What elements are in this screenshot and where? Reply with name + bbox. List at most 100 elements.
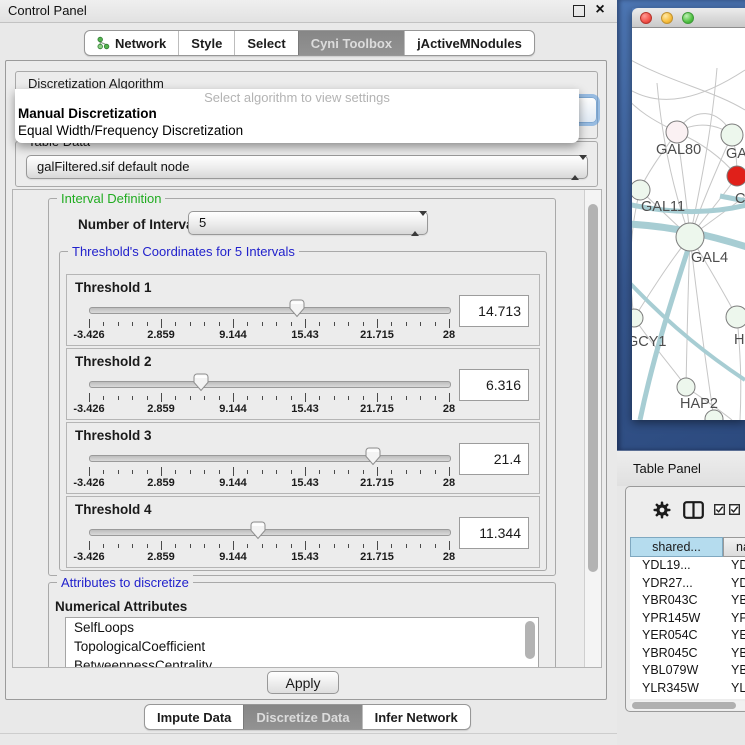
num-intervals-label: Number of Intervals (78, 217, 205, 232)
tab-jactivemnodules[interactable]: jActiveMNodules (404, 31, 534, 55)
table-cell: YLR3 (723, 680, 745, 698)
node-table: shared...na YDL19...YDL1YDR27...YDR2YBR0… (630, 537, 745, 699)
settings-scrollpane: Interval Definition Number of Intervals … (12, 189, 602, 668)
tab-network-label: Network (115, 36, 166, 51)
tick-mark (435, 544, 436, 548)
attribute-item-betweennesscentrality[interactable]: BetweennessCentrality (66, 656, 538, 668)
close-traffic-light-icon[interactable] (640, 12, 652, 24)
network-node-hap2[interactable] (677, 378, 695, 396)
threshold-value-field-2[interactable]: 6.316 (459, 369, 529, 401)
threshold-label-3: Threshold 3 (75, 428, 152, 443)
tab-infer-network[interactable]: Infer Network (362, 705, 470, 729)
network-canvas[interactable]: GAL80GACGAL11GAL4GCY1HHAP2 (632, 28, 745, 420)
tab-impute-data-label: Impute Data (157, 710, 231, 725)
minimize-traffic-light-icon[interactable] (661, 12, 673, 24)
slider-track[interactable] (89, 455, 451, 462)
tab-jactivemnodules-label: jActiveMNodules (417, 36, 522, 51)
tab-cyni-toolbox[interactable]: Cyni Toolbox (298, 31, 404, 55)
tick-mark (233, 541, 234, 550)
tab-select[interactable]: Select (234, 31, 297, 55)
threshold-value-field-1[interactable]: 14.713 (459, 295, 529, 327)
tick-mark (363, 322, 364, 326)
threshold-value-field-3[interactable]: 21.4 (459, 443, 529, 475)
tick-label: -3.426 (73, 403, 104, 415)
node-label: GA (726, 146, 745, 162)
tick-mark (377, 541, 378, 550)
network-node-gal11[interactable] (632, 180, 650, 200)
tick-mark (233, 319, 234, 328)
tab-network[interactable]: Network (85, 31, 178, 55)
tick-mark (175, 470, 176, 474)
float-window-icon[interactable] (573, 5, 585, 17)
table-row[interactable]: YPR145WYPR1 (630, 610, 745, 628)
tick-mark (175, 396, 176, 400)
tick-label: 28 (443, 477, 455, 489)
network-window: GAL80GACGAL11GAL4GCY1HHAP2 (632, 8, 745, 420)
table-row[interactable]: YLR345WYLR3 (630, 680, 745, 698)
num-intervals-spinner[interactable]: 5 (188, 211, 428, 235)
gear-icon[interactable] (653, 501, 671, 519)
table-row[interactable]: YBL079WYBL0 (630, 662, 745, 680)
slider-thumb[interactable] (193, 373, 209, 392)
table-row[interactable]: YBR043CYBR0 (630, 592, 745, 610)
slider-tick-labels: -3.4262.8599.14415.4321.71528 (89, 551, 449, 564)
tick-mark (103, 470, 104, 474)
zoom-traffic-light-icon[interactable] (682, 12, 694, 24)
column-header-name[interactable]: na (723, 537, 745, 557)
settings-vertical-scrollbar[interactable] (584, 190, 601, 667)
tick-mark (103, 544, 104, 548)
slider-thumb[interactable] (250, 521, 266, 540)
table-cell: YLR345W (630, 680, 723, 698)
column-header-shared-name[interactable]: shared... (630, 537, 723, 557)
network-node-gal80[interactable] (666, 121, 688, 143)
network-node-ga[interactable] (721, 124, 743, 146)
checkbox-icon[interactable] (714, 504, 725, 515)
close-icon[interactable]: × (592, 0, 608, 20)
attributes-list-scrollbar[interactable] (525, 621, 535, 659)
horizontal-scrollbar-thumb[interactable] (632, 702, 736, 709)
network-node-gal4[interactable] (676, 223, 704, 251)
tick-mark (420, 322, 421, 326)
slider-track[interactable] (89, 307, 451, 314)
tab-impute-data[interactable]: Impute Data (145, 705, 243, 729)
slider-track[interactable] (89, 381, 451, 388)
network-node-h[interactable] (726, 306, 745, 328)
apply-button[interactable]: Apply (267, 671, 339, 694)
tick-mark (161, 319, 162, 328)
tab-select-label: Select (247, 36, 285, 51)
dropdown-option-manual-discretization[interactable]: Manual Discretization (18, 106, 157, 121)
tab-discretize-data[interactable]: Discretize Data (243, 705, 361, 729)
vertical-scrollbar-thumb[interactable] (588, 204, 598, 572)
tick-mark (420, 470, 421, 474)
table-row[interactable]: YER054CYER0 (630, 627, 745, 645)
network-node-gcy1[interactable] (632, 309, 643, 327)
attribute-item-topologicalcoefficient[interactable]: TopologicalCoefficient (66, 637, 538, 656)
tab-style[interactable]: Style (178, 31, 234, 55)
tick-mark (147, 322, 148, 326)
tick-mark (204, 322, 205, 326)
attribute-item-selfloops[interactable]: SelfLoops (66, 618, 538, 637)
slider-thumb[interactable] (365, 447, 381, 466)
checkbox-icon[interactable] (729, 504, 740, 515)
combo-steppers-icon (571, 160, 580, 175)
slider-track[interactable] (89, 529, 451, 536)
tick-mark (175, 544, 176, 548)
table-row[interactable]: YDL19...YDL1 (630, 557, 745, 575)
network-window-titlebar[interactable] (632, 8, 745, 28)
dropdown-option-equal-width-frequency-discretization[interactable]: Equal Width/Frequency Discretization (18, 123, 243, 138)
tick-mark (276, 470, 277, 474)
table-cell: YDL1 (723, 557, 745, 575)
threshold-value-field-4[interactable]: 11.344 (459, 517, 529, 549)
columns-icon[interactable] (683, 501, 704, 519)
network-node-c[interactable] (727, 166, 745, 186)
table-horizontal-scrollbar[interactable] (630, 701, 745, 710)
tick-mark (334, 470, 335, 474)
table-row[interactable]: YIL052CYIL0 (630, 697, 745, 699)
slider-thumb[interactable] (289, 299, 305, 318)
table-row[interactable]: YDR27...YDR2 (630, 575, 745, 593)
tick-label: 2.859 (147, 329, 175, 341)
table-data-combobox[interactable]: galFiltered.sif default node (26, 155, 588, 179)
table-row[interactable]: YBR045CYBR0 (630, 645, 745, 663)
tick-mark (420, 544, 421, 548)
tick-label: 15.43 (291, 329, 319, 341)
